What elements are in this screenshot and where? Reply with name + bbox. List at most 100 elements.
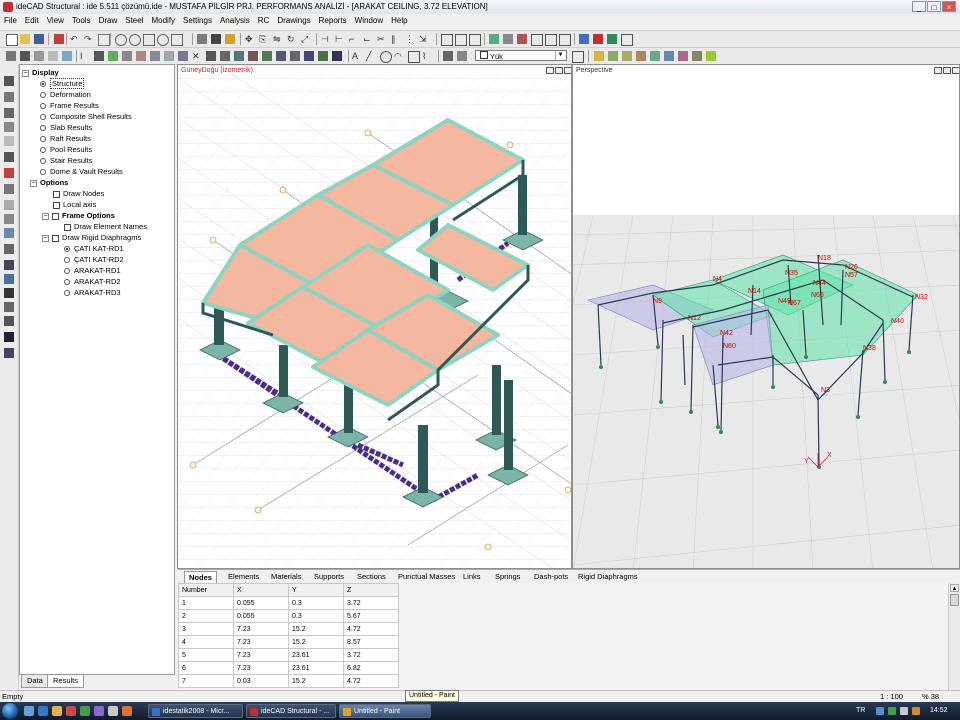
axis-icon[interactable] [6,51,16,61]
load-settings-icon[interactable] [572,51,584,63]
table-row[interactable]: 3 7.23 15.2 4.72 [178,622,399,636]
tree-item-deformation[interactable]: Deformation [40,90,91,100]
maximize-icon[interactable] [943,67,951,74]
spring-icon[interactable] [276,51,286,61]
array-icon[interactable]: ⋮ [405,34,415,44]
table-cell[interactable]: 4.72 [343,622,399,636]
load-combo-dropdown[interactable]: Yük ▼ [475,50,567,61]
scroll-thumb[interactable] [950,594,959,606]
area-icon[interactable] [545,34,557,46]
rotate-icon[interactable]: ↻ [287,34,297,44]
load-icon[interactable] [248,51,258,61]
zoom-extents-icon[interactable] [143,34,155,46]
column-header[interactable]: Z [343,583,399,597]
brace-icon[interactable] [94,51,104,61]
table-row[interactable]: 6 7.23 23.61 6.82 [178,661,399,675]
folder-icon[interactable] [52,706,62,716]
table-row[interactable]: 1 0.055 0.3 3.72 [178,596,399,610]
restore-icon[interactable] [546,67,554,74]
tree-diaphragm-item[interactable]: ÇATI KAT-RD2 [64,255,124,265]
restore-icon[interactable] [934,67,942,74]
menu-settings[interactable]: Settings [179,14,216,25]
mirror-icon[interactable]: ⇋ [273,34,283,44]
texture-icon[interactable] [650,51,660,61]
check-icon[interactable] [621,34,633,46]
hide-icon[interactable] [4,136,14,146]
table-cell[interactable]: 0.3 [288,609,344,623]
fly-icon[interactable] [692,51,702,61]
export-icon[interactable] [706,51,716,61]
render-icon[interactable] [608,51,618,61]
column-icon[interactable] [20,51,30,61]
table-cell[interactable]: 3.72 [343,648,399,662]
select-icon[interactable] [4,76,14,86]
column-header[interactable]: Number [178,583,234,597]
menu-window[interactable]: Window [351,14,387,25]
security-icon[interactable] [888,707,896,715]
footing-icon[interactable] [108,51,118,61]
tree-item-frame-results[interactable]: Frame Results [40,101,99,111]
tree-item-stair-results[interactable]: Stair Results [40,156,93,166]
table-row[interactable]: 4 7.23 15.2 8.57 [178,635,399,649]
taskbar-item[interactable]: ideCAD Structural - ... [246,704,336,718]
table-cell[interactable]: 0.055 [233,596,289,610]
table-cell[interactable]: 7.23 [233,622,289,636]
save-icon[interactable] [34,34,44,44]
isolate-icon[interactable] [4,152,14,162]
filter-icon[interactable] [4,184,14,194]
tree-draw-nodes[interactable]: Draw Nodes [53,189,104,199]
i-section-icon[interactable]: Ι [80,51,90,61]
tree-display[interactable]: − Display [22,68,59,78]
quicklaunch-icon[interactable] [108,706,118,716]
tab-rigid-diaphragms[interactable]: Rigid Diaphragms [574,571,642,583]
perspective-viewport[interactable]: N18 N26 N57 N4 N35 N44 N32 N9 N14 N49 N1… [572,64,960,569]
tab-supports[interactable]: Supports [310,571,348,583]
tree-frame-options[interactable]: − Frame Options [42,211,115,221]
snap-icon[interactable] [441,34,453,46]
distance-icon[interactable] [531,34,543,46]
scale-icon[interactable]: ⤢ [301,34,311,44]
layer-manager-icon[interactable] [4,92,14,102]
table-cell[interactable]: 7.23 [233,648,289,662]
chamfer-icon[interactable]: ⌙ [363,34,373,44]
taskbar-item[interactable]: Untitled - Paint [339,704,431,718]
tree-item-dome-vault[interactable]: Dome & Vault Results [40,167,123,177]
foundation-icon[interactable] [4,288,14,298]
volume-icon[interactable] [900,707,908,715]
quicklaunch-icon[interactable] [80,706,90,716]
node-icon[interactable] [332,51,342,61]
walk-icon[interactable] [678,51,688,61]
color-icon[interactable] [4,214,14,224]
properties-icon[interactable] [503,34,513,44]
tab-materials[interactable]: Materials [267,571,305,583]
isometric-viewport[interactable]: GüneyDoğu (izometrik) [177,64,572,569]
dimension-icon[interactable] [559,34,571,46]
menu-view[interactable]: View [43,14,68,25]
tree-item-structure[interactable]: Structure [40,78,85,89]
i-beam-icon[interactable] [4,168,14,178]
close-icon[interactable] [564,67,571,74]
tree-item-slab-results[interactable]: Slab Results [40,123,92,133]
new-icon[interactable] [6,34,18,46]
menu-drawings[interactable]: Drawings [273,14,314,25]
table-scrollbar[interactable]: ▲ [948,583,960,690]
offset-icon[interactable]: ∥ [391,34,401,44]
tab-springs[interactable]: Springs [491,571,524,583]
rect-icon[interactable] [408,51,420,63]
roof-icon[interactable] [178,51,188,61]
menu-rc[interactable]: RC [254,14,274,25]
table-cell[interactable]: 7.23 [233,635,289,649]
copy-icon[interactable]: ⎘ [259,34,269,44]
table-cell[interactable]: 15.2 [288,674,344,688]
hammer-icon[interactable] [4,316,14,326]
section-cut-icon[interactable] [443,51,453,61]
trim-icon[interactable]: ⊣ [321,34,331,44]
pan-icon[interactable] [157,34,169,46]
column-header[interactable]: Y [288,583,344,597]
tree-diaphragm-item[interactable]: ARAKAT-RD2 [64,277,121,287]
tools-icon[interactable] [4,302,14,312]
scroll-up-icon[interactable]: ▲ [950,584,959,592]
ortho-icon[interactable] [469,34,481,46]
table-cell[interactable]: 15.2 [288,635,344,649]
menu-file[interactable]: File [0,14,21,25]
